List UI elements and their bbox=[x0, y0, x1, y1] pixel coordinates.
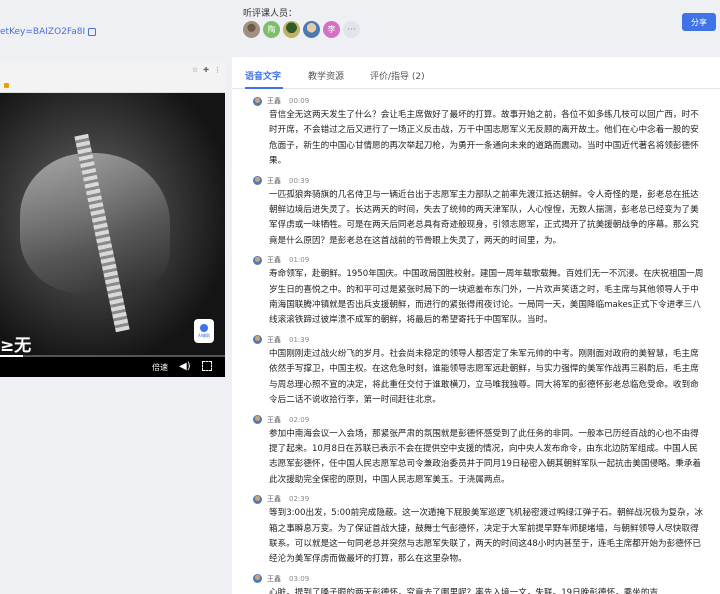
tab-resources[interactable]: 教学资源 bbox=[308, 69, 344, 82]
avatar bbox=[253, 494, 262, 504]
puzzle-icon[interactable]: ✚ bbox=[203, 66, 209, 74]
speaker-name: 王鑫 bbox=[267, 495, 281, 504]
speaker-name: 王鑫 bbox=[267, 176, 281, 185]
avatar bbox=[253, 96, 262, 106]
avatar[interactable] bbox=[303, 21, 320, 38]
list-item: 王鑫 02:09 参加中南海会议一入会场，那紧张严肃的氛围就是彭德怀感受到了此任… bbox=[232, 414, 720, 489]
avatar bbox=[253, 415, 262, 424]
transcript-text: 参加中南海会议一入会场，那紧张严肃的氛围就是彭德怀感受到了此任务的非同。一般本已… bbox=[269, 428, 702, 485]
transcript-text: 一匹孤狼奔骑旗的几名侍卫与一辆近台出于志愿军主力部队之前率先渡江抵达朝鲜。令人奇… bbox=[269, 189, 699, 246]
transcript-text: 等到3:00出发，5:00前完成隐蔽。这一次遁掩下屁股美军巡逻飞机秘密渡过鸭绿江… bbox=[269, 508, 703, 565]
tab-transcript[interactable]: 语音文字 bbox=[245, 69, 281, 82]
speaker-name: 王鑫 bbox=[267, 574, 281, 583]
assist-label: AI辅助 bbox=[198, 332, 210, 338]
timestamp[interactable]: 02:09 bbox=[289, 416, 309, 424]
panel-tabs: 语音文字 教学资源 评价/指导 (2) bbox=[232, 57, 720, 89]
ai-assist-button[interactable]: AI辅助 bbox=[194, 319, 214, 343]
menu-icon[interactable]: ⋮ bbox=[214, 66, 221, 74]
assist-icon bbox=[200, 323, 208, 332]
speed-button[interactable]: 倍速 bbox=[152, 362, 168, 373]
list-item: 王鑫 03:09 心脏。提到了嗓子眼的两天彭德怀，究竟去了哪里呢？率先入境一文，… bbox=[232, 573, 720, 594]
avatar bbox=[253, 574, 262, 584]
fullscreen-icon[interactable] bbox=[202, 361, 212, 371]
list-item: 王鑫 00:39 一匹孤狼奔骑旗的几名侍卫与一辆近台出于志愿军主力部队之前率先渡… bbox=[232, 175, 720, 250]
video-player[interactable]: ☆ ✚ ⋮ ≥无 AI辅助 倍速 ◀) bbox=[0, 63, 225, 377]
timestamp[interactable]: 01:39 bbox=[289, 336, 309, 344]
top-bar: etKey=BAIZO2Fa8I 听评课人员： 陶 李 ··· 分享 bbox=[0, 0, 720, 44]
player-controls: 倍速 ◀) bbox=[0, 357, 225, 377]
timestamp[interactable]: 02:39 bbox=[289, 495, 309, 503]
transcript-text: 音信全无这两天发生了什么？会让毛主席做好了最坏的打算。故事开始之前，各位不如多练… bbox=[269, 110, 699, 167]
timestamp[interactable]: 01:09 bbox=[289, 256, 309, 264]
video-frame[interactable] bbox=[0, 93, 225, 358]
timestamp[interactable]: 00:09 bbox=[289, 97, 309, 105]
avatar[interactable] bbox=[283, 21, 300, 38]
share-key-text: etKey=BAIZO2Fa8I bbox=[0, 27, 86, 37]
list-item: 王鑫 00:09 音信全无这两天发生了什么？会让毛主席做好了最坏的打算。故事开始… bbox=[232, 95, 720, 170]
active-tab-indicator bbox=[245, 87, 283, 89]
list-item: 王鑫 01:09 寿命领军，赴朝鲜。1950年国庆。中国政局国胜校射。建国一周年… bbox=[232, 254, 720, 329]
video-subtitle: ≥无 bbox=[0, 336, 32, 356]
star-icon[interactable]: ☆ bbox=[192, 66, 198, 74]
timestamp[interactable]: 00:39 bbox=[289, 177, 309, 185]
avatar bbox=[253, 255, 262, 265]
list-item: 王鑫 01:39 中国刚刚走过战火纷飞的岁月。社会尚未稳定的领导人都否定了朱军元… bbox=[232, 334, 720, 409]
tab-evaluation[interactable]: 评价/指导 (2) bbox=[370, 69, 425, 82]
listeners-label: 听评课人员： bbox=[243, 9, 298, 19]
volume-icon[interactable]: ◀) bbox=[179, 361, 191, 372]
avatar bbox=[253, 335, 262, 345]
transcript-list: 王鑫 00:09 音信全无这两天发生了什么？会让毛主席做好了最坏的打算。故事开始… bbox=[232, 95, 720, 594]
browser-toolbar-icons: ☆ ✚ ⋮ bbox=[192, 66, 221, 74]
transcript-text: 寿命领军，赴朝鲜。1950年国庆。中国政局国胜校射。建国一周年载歌载舞。百姓们无… bbox=[269, 269, 704, 326]
browser-strip: ☆ ✚ ⋮ bbox=[0, 63, 225, 93]
transcript-text: 中国刚刚走过战火纷飞的岁月。社会尚未稳定的领导人都否定了朱军元帅的中考。刚刚面对… bbox=[269, 348, 699, 406]
avatar bbox=[253, 176, 262, 186]
avatar[interactable]: 李 bbox=[323, 21, 340, 38]
listener-avatars: 陶 李 ··· bbox=[243, 21, 360, 38]
speaker-name: 王鑫 bbox=[267, 415, 281, 424]
more-listeners-button[interactable]: ··· bbox=[343, 21, 360, 38]
list-item: 王鑫 02:39 等到3:00出发，5:00前完成隐蔽。这一次遁掩下屁股美军巡逻… bbox=[232, 493, 720, 568]
share-button[interactable]: 分享 bbox=[682, 13, 716, 31]
transcript-text: 心脏。提到了嗓子眼的两天彭德怀，究竟去了哪里呢？率先入境一文，失联。19日晚彭德… bbox=[269, 587, 659, 594]
share-key-row[interactable]: etKey=BAIZO2Fa8I bbox=[0, 27, 97, 37]
speaker-name: 王鑫 bbox=[267, 97, 281, 105]
speaker-name: 王鑫 bbox=[267, 256, 281, 265]
timestamp[interactable]: 03:09 bbox=[289, 575, 309, 583]
speaker-name: 王鑫 bbox=[267, 335, 281, 344]
avatar[interactable] bbox=[243, 21, 260, 38]
avatar[interactable]: 陶 bbox=[263, 21, 280, 38]
copy-icon[interactable] bbox=[88, 28, 97, 36]
transcript-panel: 语音文字 教学资源 评价/指导 (2) 王鑫 00:09 音信全无这两天发生了什… bbox=[232, 57, 720, 594]
tab-favicon-icon bbox=[4, 83, 9, 88]
